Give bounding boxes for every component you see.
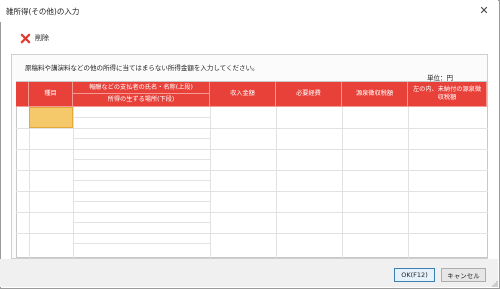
grid-line [408,107,409,258]
grid-line [16,212,488,213]
grid-line [16,128,488,129]
window-title: 雑所得(その他)の入力 [6,7,80,16]
grid-line [29,107,30,258]
close-icon[interactable]: ✕ [476,3,492,19]
grid-line [276,107,277,258]
category-cell-selected[interactable] [29,107,73,128]
row-header-corner [16,82,29,107]
grid-line [73,201,210,202]
grid-line [73,180,210,181]
header-category: 種目 [29,82,73,107]
grid-line [73,222,210,223]
ok-button[interactable]: OK(F12) [394,268,435,282]
grid-line [342,107,343,258]
cancel-button[interactable]: キャンセル [441,268,486,282]
grid-line [73,107,74,258]
header-income-place: 所得の生ずる場所(下段) [73,94,210,107]
header-expenses: 必要経費 [276,82,342,107]
expenses-cell[interactable] [277,108,342,128]
grid-line [16,191,488,192]
payer-name-cell[interactable] [74,108,210,117]
grid-line [16,233,488,234]
grid-line [73,159,210,160]
header-revenue: 収入金額 [210,82,276,107]
grid-line [73,243,210,244]
header-unpaid-withholding: 左の内、未納付の源泉徴収税額 [408,82,487,107]
header-payer-name: 報酬などの支払者の氏名・名称(上段) [73,82,210,94]
resize-grip-icon[interactable] [490,279,498,287]
income-place-cell[interactable] [74,118,210,128]
unpaid-withholding-cell[interactable] [409,108,487,128]
delete-button[interactable]: 削除 [20,32,49,44]
grid-line [73,138,210,139]
header-withholding: 源泉徴収税額 [342,82,408,107]
delete-x-icon [20,33,31,43]
title-bar[interactable]: 雑所得(その他)の入力 ✕ [0,0,498,22]
grid-line [16,170,488,171]
instruction-text: 原稿料や講演料などの他の所得に当てはまらない所得金額を入力してください。 [25,64,259,72]
withholding-cell[interactable] [343,108,408,128]
grid-line [16,149,488,150]
revenue-cell[interactable] [211,108,276,128]
grid-line [210,107,211,258]
delete-label: 削除 [35,34,49,42]
